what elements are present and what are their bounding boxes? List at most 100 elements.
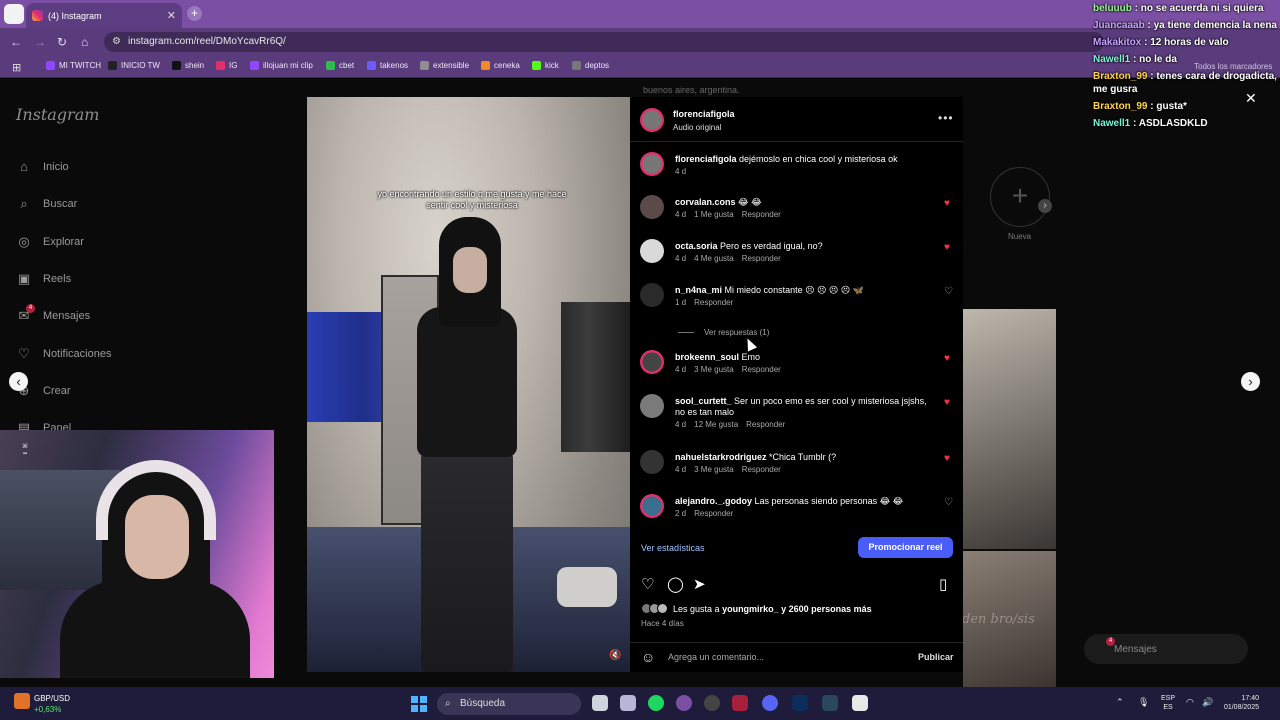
close-tab-icon[interactable]: ✕ [167,9,176,22]
sidebar-item-reels[interactable]: ▣ Reels [16,271,71,287]
sidebar-item-mensajes[interactable]: ✉ 4 Mensajes [16,304,90,324]
address-bar[interactable]: ⚙ instagram.com/reel/DMoYcavRr6Q/ [104,32,1104,52]
bookmark-item[interactable]: deptos [572,61,609,70]
reply-button[interactable]: Responder [694,509,733,518]
reply-button[interactable]: Responder [742,254,781,263]
commenter-avatar[interactable] [640,195,664,219]
commenter-avatar[interactable] [640,239,664,263]
photoshop-icon[interactable] [792,695,808,711]
comment-input[interactable]: Agrega un comentario... [668,652,764,662]
reload-icon[interactable]: ↻ [57,35,67,49]
wifi-icon[interactable]: ◠ [1186,697,1194,708]
clock[interactable]: 17:40 01/08/2025 [1223,694,1259,712]
next-reel-button[interactable]: › [1241,372,1260,391]
comment-username[interactable]: brokeenn_soul [675,352,739,362]
more-options-icon[interactable]: ••• [938,111,954,125]
spotify-icon[interactable] [648,695,664,711]
comment-likes[interactable]: 1 Me gusta [694,210,734,219]
reel-video[interactable]: yo encontrando un estilo q me gusta y me… [307,97,630,672]
bookmark-item[interactable]: cbet [326,61,354,70]
bookmark-item[interactable]: IG [216,61,237,70]
reply-button[interactable]: Responder [746,420,785,429]
commenter-avatar[interactable] [640,394,664,418]
bookmark-item[interactable]: extensible [420,61,469,70]
comment-username[interactable]: n_n4na_mi [675,285,722,295]
home-icon[interactable]: ⌂ [81,35,88,49]
chevron-right-icon[interactable]: › [1038,199,1052,213]
taskbar-search[interactable]: ⌕ Búsqueda [437,693,581,715]
comment-like-icon[interactable]: ♡ [944,497,953,508]
likes-user[interactable]: youngmirko_ [722,604,779,614]
likes-summary[interactable]: Les gusta a youngmirko_ y 2600 personas … [641,603,872,614]
sidebar-item-inicio[interactable]: ⌂ Inicio [16,159,69,175]
author-avatar[interactable] [640,108,664,132]
previous-reel-button[interactable]: ‹ [9,372,28,391]
commenter-avatar[interactable] [640,283,664,307]
new-tab-button[interactable]: + [187,6,202,21]
volume-icon[interactable]: 🔊 [1202,697,1213,708]
commenter-avatar[interactable] [640,450,664,474]
commenter-avatar[interactable] [640,350,664,374]
bookmark-item[interactable]: ceneka [481,61,520,70]
like-icon[interactable]: ♡ [641,575,654,593]
discord-icon[interactable] [762,695,778,711]
comment-likes[interactable]: 4 Me gusta [694,254,734,263]
comment-likes[interactable]: 12 Me gusta [694,420,738,429]
comment-username[interactable]: florenciafigola [675,154,737,164]
app-icon[interactable] [620,695,636,711]
language-indicator[interactable]: ESP ES [1161,694,1175,712]
instagram-logo[interactable]: Instagram [16,105,99,124]
comment-like-icon[interactable]: ♥ [944,397,950,408]
microphone-icon[interactable]: 🎙 [1138,697,1149,708]
promote-reel-button[interactable]: Promocionar reel [858,537,953,558]
apps-grid-icon[interactable]: ⊞ [12,61,21,74]
publish-button[interactable]: Publicar [918,652,954,662]
view-stats-link[interactable]: Ver estadísticas [641,543,705,553]
reply-button[interactable]: Responder [694,298,733,307]
chrome-icon[interactable] [676,695,692,711]
comment-like-icon[interactable]: ♥ [944,242,950,253]
steam-icon[interactable] [822,695,838,711]
sidebar-item-buscar[interactable]: ⌕ Buscar [16,196,77,212]
browser-tab[interactable]: (4) Instagram ✕ [26,3,182,28]
comment-username[interactable]: corvalan.cons [675,197,736,207]
obs-icon[interactable] [704,695,720,711]
back-icon[interactable]: ← [10,35,22,49]
comment-likes[interactable]: 3 Me gusta [694,365,734,374]
new-highlight-button[interactable]: + [990,167,1050,227]
comment-like-icon[interactable]: ♥ [944,353,950,364]
bookmark-item[interactable]: takenos [367,61,408,70]
comment-icon[interactable]: ◯ [667,575,684,593]
mute-icon[interactable]: 🔇 [609,650,621,661]
audio-label[interactable]: Audio original [673,123,721,132]
forward-icon[interactable]: → [34,35,46,49]
sidebar-item-explorar[interactable]: ◎ Explorar [16,234,84,250]
save-icon[interactable]: ▯ [939,575,947,593]
view-replies[interactable]: Ver respuestas (1) [678,328,769,337]
bookmark-item[interactable]: shein [172,61,204,70]
bookmark-item[interactable]: kick [532,61,559,70]
comment-username[interactable]: nahuelstarkrodriguez [675,452,767,462]
grid-thumbnail[interactable] [963,309,1056,549]
sidebar-item-notificaciones[interactable]: ♡ Notificaciones [16,346,111,362]
share-icon[interactable]: ➤ [693,575,706,593]
app-icon[interactable] [852,695,868,711]
bookmark-item[interactable]: illojuan mi clip [250,61,313,70]
comment-username[interactable]: alejandro._.godoy [675,496,752,506]
profile-avatar[interactable] [4,4,24,24]
windows-start-icon[interactable] [411,696,427,712]
show-hidden-icons[interactable]: ⌃ [1116,697,1124,708]
commenter-avatar[interactable] [640,152,664,176]
messages-pill[interactable]: 4 Mensajes [1084,634,1248,664]
reply-button[interactable]: Responder [742,465,781,474]
bookmark-item[interactable]: MI TWITCH [46,61,101,70]
comment-username[interactable]: octa.soria [675,241,718,251]
comment-likes[interactable]: 3 Me gusta [694,465,734,474]
app-icon[interactable] [732,695,748,711]
author-username[interactable]: florenciafigola [673,109,735,119]
comment-like-icon[interactable]: ♥ [944,453,950,464]
commenter-avatar[interactable] [640,494,664,518]
file-explorer-icon[interactable] [592,695,608,711]
comment-like-icon[interactable]: ♥ [944,198,950,209]
reply-button[interactable]: Responder [742,210,781,219]
